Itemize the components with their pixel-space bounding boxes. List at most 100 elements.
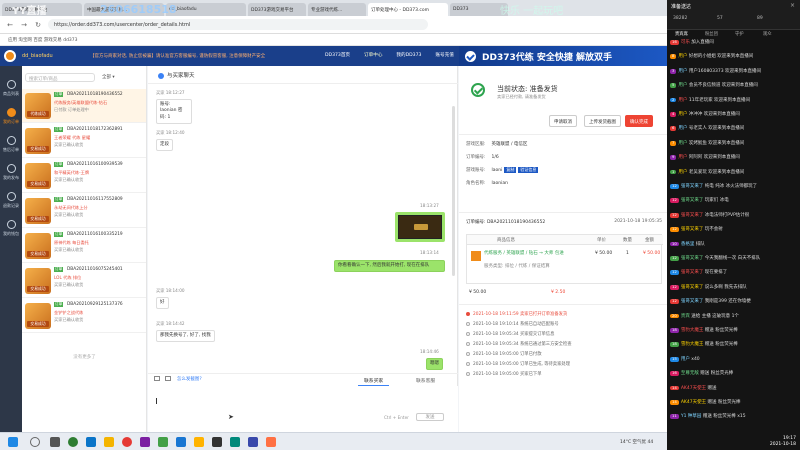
chat-username[interactable]: 用户	[678, 126, 687, 131]
chat-username[interactable]: 强哥又来了	[681, 270, 704, 275]
nav-recharge[interactable]: 账号充值	[435, 52, 453, 58]
app-icon[interactable]	[230, 437, 240, 447]
chat-username[interactable]: 强哥又来了	[681, 256, 704, 261]
browser-tab[interactable]: 专业游戏代练...	[308, 3, 366, 16]
chat-username[interactable]: 香格里	[681, 242, 695, 247]
order-filter-select[interactable]: 全部 ▾	[102, 74, 115, 80]
chat-username[interactable]: 强哥又来了	[681, 299, 704, 304]
chat-message: 6 用户 号老实人 欢迎来到本直播间	[670, 126, 744, 132]
verify-chip[interactable]: 验证信息	[518, 167, 539, 173]
browser-tab[interactable]: 中国最大游戏交易...	[84, 3, 164, 16]
tab-fans[interactable]: 粉丝团	[705, 31, 718, 37]
chat-username[interactable]: 至尊无敌	[681, 371, 699, 376]
folder-icon[interactable]	[104, 437, 114, 447]
emoji-icon[interactable]	[165, 376, 172, 381]
list-item[interactable]: 交易成功 订单 DBA20211016075245401 LOL 代练 排位 买家已确认…	[22, 264, 146, 298]
weather-widget[interactable]: 14°C 空气优 44	[620, 439, 653, 445]
rail-item-goods[interactable]: 商品列表	[3, 80, 19, 97]
chat-username[interactable]: 雪豹大魔王	[681, 328, 704, 333]
chat-username[interactable]: 用户	[678, 155, 687, 160]
list-item[interactable]: 交易成功 订单 DBA20210929125137376 金铲铲之战代练 买家已确认收货	[22, 299, 146, 333]
list-item[interactable]: 交易成功 订单 DBA20211016100939539 和平精英代练-王牌 买家已确认…	[22, 159, 146, 193]
chat-username[interactable]: 强哥又来了	[681, 184, 704, 189]
rail-item-aftersale[interactable]: 售后订单	[3, 136, 19, 153]
app-icon[interactable]	[176, 437, 186, 447]
app-icon[interactable]	[194, 437, 204, 447]
chat-username[interactable]: 贵宾	[681, 314, 690, 319]
goods-name[interactable]: 代练服务 / 英雄联盟 / 钻石 → 大师 包进	[484, 251, 564, 257]
chat-username[interactable]: 用户	[678, 83, 687, 88]
obs-icon[interactable]	[212, 437, 222, 447]
chat-username[interactable]: 强哥又来了	[681, 198, 704, 203]
chat-scrollbar[interactable]	[452, 106, 455, 276]
tab-contact-buyer[interactable]: 联系买家	[358, 376, 390, 386]
list-item[interactable]: 交易成功 订单 DBA20211016117552809 永劫无间代练上分 买家已确认收…	[22, 194, 146, 228]
browser-tab[interactable]: DD373	[450, 3, 508, 16]
task-view-icon[interactable]	[50, 437, 60, 447]
chat-username[interactable]: AK47天使王	[681, 386, 706, 391]
chat-username[interactable]: 用户	[678, 112, 687, 117]
chat-username[interactable]: 用户	[678, 69, 687, 74]
system-clock[interactable]: 19:17 2021-10-18	[770, 436, 796, 448]
url-input[interactable]: https://order.dd373.com/usercenter/order…	[48, 19, 428, 30]
list-item[interactable]: 交易成功 订单 DBA20211018172362891 王者荣耀 代练 星耀 买家已确…	[22, 124, 146, 158]
chat-input[interactable]: ➤ Ctrl + Enter 发送	[148, 386, 458, 432]
chat-username[interactable]: 可乐	[681, 40, 690, 45]
chat-username[interactable]: AK47天使王	[681, 400, 706, 405]
cancel-order-button[interactable]: 申请取消	[549, 115, 577, 127]
edge-icon[interactable]	[86, 437, 96, 447]
forward-icon[interactable]: →	[20, 21, 28, 29]
back-icon[interactable]: ←	[6, 21, 14, 29]
list-item[interactable]: 代练成功 订单 DBA20211018190436552 代练服务/英雄联盟代练-钻石…	[22, 89, 146, 123]
browser-tab[interactable]: 订单处理中心 - DD373.com	[368, 3, 448, 16]
chat-username[interactable]: 用户	[678, 98, 687, 103]
start-icon[interactable]	[8, 437, 18, 447]
tab-guard[interactable]: 守护	[735, 31, 744, 37]
app-icon[interactable]	[266, 437, 276, 447]
app-icon[interactable]	[248, 437, 258, 447]
wechat-icon[interactable]	[158, 437, 168, 447]
chat-username[interactable]: 用户	[678, 54, 687, 59]
browser-tab[interactable]: DD373游戏交易平台	[2, 3, 82, 16]
chat-username[interactable]: 用户	[678, 141, 687, 146]
chat-username[interactable]: 用户	[678, 170, 687, 175]
tab-vip[interactable]: 贵宾席	[675, 31, 688, 37]
nav-my[interactable]: 我的DD373	[396, 52, 421, 58]
chat-username[interactable]: 强哥又来了	[681, 227, 704, 232]
quick-reply-link[interactable]: 怎么发截图?	[177, 377, 202, 382]
order-search-input[interactable]: 搜索订单/商品	[25, 73, 95, 82]
nav-home[interactable]: DD373首页	[325, 52, 350, 58]
copy-chip[interactable]: 复制	[504, 167, 517, 173]
chat-username[interactable]: 用户	[681, 357, 690, 362]
promo-banner[interactable]: DD373代练 安全快捷 解放双手	[459, 46, 667, 66]
tab-contact-service[interactable]: 联系客服	[410, 376, 441, 385]
site-logo[interactable]	[4, 50, 16, 62]
send-button[interactable]: 发送	[416, 413, 444, 421]
search-icon[interactable]	[30, 437, 40, 447]
order-number[interactable]: 订单编号: DBA20211018190436552	[466, 220, 545, 225]
upload-screenshot-button[interactable]: 上传发货截图	[584, 115, 621, 127]
rail-item-orders[interactable]: 我的订单	[3, 108, 19, 125]
bookmarks-bar[interactable]: 应用 淘宝网 百度 游戏交易 dd373	[0, 34, 667, 46]
tab-audience[interactable]: 观众	[763, 31, 772, 37]
browser-tab[interactable]: DD373游戏交易平台	[248, 3, 306, 16]
list-item[interactable]: 交易成功 订单 DBA20211016100335219 原神代练 每日委托 买家已确认…	[22, 229, 146, 263]
nav-orders[interactable]: 订单中心	[364, 52, 382, 58]
chat-username[interactable]: 强哥又来了	[681, 285, 704, 290]
image-upload-icon[interactable]	[154, 376, 160, 381]
image-message[interactable]	[395, 212, 445, 242]
rail-item-publish[interactable]: 我的发布	[3, 164, 19, 181]
browser-tab[interactable]: dd_biaofadu	[166, 3, 246, 16]
confirm-complete-button[interactable]: 确认完成	[625, 115, 653, 127]
close-icon[interactable]: ×	[790, 2, 795, 9]
rail-item-refund[interactable]: 退款记录	[3, 192, 19, 209]
chrome-icon[interactable]	[122, 437, 132, 447]
chat-username[interactable]: Y1 种草园	[681, 414, 702, 419]
refresh-icon[interactable]: ↻	[34, 21, 42, 29]
chat-username[interactable]: 强哥又来了	[681, 213, 704, 218]
app-icon[interactable]	[68, 437, 78, 447]
rail-item-wallet[interactable]: 我的钱包	[3, 220, 19, 237]
chat-username[interactable]: 雪豹大魔王	[681, 342, 704, 347]
app-icon[interactable]	[140, 437, 150, 447]
username[interactable]: dd_biaofadu	[22, 53, 53, 59]
